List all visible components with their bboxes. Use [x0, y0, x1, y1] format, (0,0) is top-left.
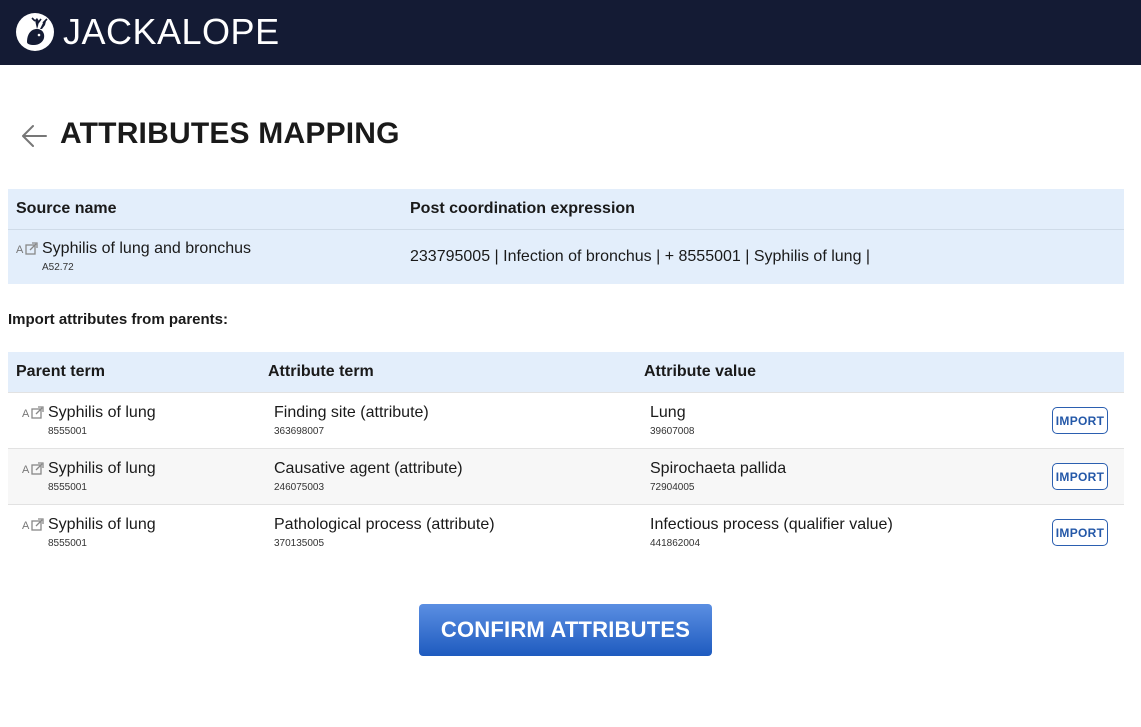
brand-name: JACKALOPE [63, 11, 280, 52]
parent-code: 8555001 [48, 537, 87, 549]
source-code: A52.72 [42, 262, 74, 273]
parent-term: Syphilis of lung [48, 403, 156, 421]
import-button[interactable]: IMPORT [1052, 463, 1108, 490]
external-link-icon[interactable]: A [16, 241, 42, 257]
import-section-label: Import attributes from parents: [8, 311, 229, 328]
post-coordination-expression: 233795005 | Infection of bronchus | + 85… [402, 229, 1124, 284]
attributes-table-header: Parent term Attribute term Attribute val… [8, 352, 1124, 393]
source-name: Syphilis of lung and bronchus [42, 240, 252, 257]
external-link-icon[interactable]: A [22, 405, 48, 421]
top-bar: JACKALOPE [0, 0, 1141, 65]
source-table: Source name Post coordination expression… [8, 189, 1124, 284]
svg-text:A: A [16, 244, 24, 256]
attribute-term: Pathological process (attribute) [274, 515, 495, 533]
table-row: A Syphilis of lung 8555001 Pathological … [8, 504, 1124, 560]
page-title: ATTRIBUTES MAPPING [60, 117, 400, 150]
attribute-value-code: 39607008 [650, 425, 695, 437]
attribute-value-cell: Lung 39607008 [636, 392, 1038, 449]
table-row: A Syphilis of lung 8555001 Finding site … [8, 392, 1124, 449]
attribute-value: Lung [650, 403, 686, 421]
header-action [1038, 352, 1124, 393]
attribute-term: Finding site (attribute) [274, 403, 429, 421]
header-parent-term: Parent term [8, 352, 260, 393]
source-table-header: Source name Post coordination expression [8, 189, 1124, 230]
attribute-code: 370135005 [274, 537, 325, 549]
attribute-value-code: 441862004 [650, 537, 701, 549]
attribute-code: 363698007 [274, 425, 325, 437]
arrow-left-icon[interactable] [19, 121, 49, 151]
import-button[interactable]: IMPORT [1052, 519, 1108, 546]
source-name-cell: A Syphilis of lung and bronchus A52.72 [8, 229, 402, 284]
svg-text:A: A [22, 520, 30, 532]
attribute-value-cell: Spirochaeta pallida 72904005 [636, 448, 1038, 505]
table-row: A Syphilis of lung 8555001 Causative age… [8, 448, 1124, 505]
parent-term-cell: A Syphilis of lung 8555001 [8, 448, 260, 505]
attribute-term-cell: Finding site (attribute) 363698007 [260, 392, 636, 449]
svg-text:A: A [22, 464, 30, 476]
header-attribute-value: Attribute value [636, 352, 1038, 393]
attribute-code: 246075003 [274, 481, 325, 493]
parent-code: 8555001 [48, 425, 87, 437]
header-attribute-term: Attribute term [260, 352, 636, 393]
attribute-value-cell: Infectious process (qualifier value) 441… [636, 504, 1038, 560]
parent-term: Syphilis of lung [48, 459, 156, 477]
attribute-term: Causative agent (attribute) [274, 459, 463, 477]
attribute-value: Infectious process (qualifier value) [650, 515, 893, 533]
attributes-table: Parent term Attribute term Attribute val… [8, 352, 1124, 560]
external-link-icon[interactable]: A [22, 517, 48, 533]
parent-term-cell: A Syphilis of lung 8555001 [8, 504, 260, 560]
source-row: A Syphilis of lung and bronchus A52.72 2… [8, 229, 1124, 284]
svg-text:A: A [22, 408, 30, 420]
header-post-coordination: Post coordination expression [402, 189, 1124, 230]
attribute-term-cell: Causative agent (attribute) 246075003 [260, 448, 636, 505]
action-cell: IMPORT [1038, 448, 1124, 505]
attribute-value: Spirochaeta pallida [650, 459, 787, 477]
attribute-term-cell: Pathological process (attribute) 3701350… [260, 504, 636, 560]
confirm-attributes-button[interactable]: CONFIRM ATTRIBUTES [419, 604, 712, 656]
action-cell: IMPORT [1038, 504, 1124, 560]
attribute-value-code: 72904005 [650, 481, 695, 493]
header-source-name: Source name [8, 189, 402, 230]
parent-term-cell: A Syphilis of lung 8555001 [8, 392, 260, 449]
parent-term: Syphilis of lung [48, 515, 156, 533]
jackalope-logo-icon[interactable] [15, 12, 55, 52]
import-button[interactable]: IMPORT [1052, 407, 1108, 434]
action-cell: IMPORT [1038, 392, 1124, 449]
parent-code: 8555001 [48, 481, 87, 493]
external-link-icon[interactable]: A [22, 461, 48, 477]
